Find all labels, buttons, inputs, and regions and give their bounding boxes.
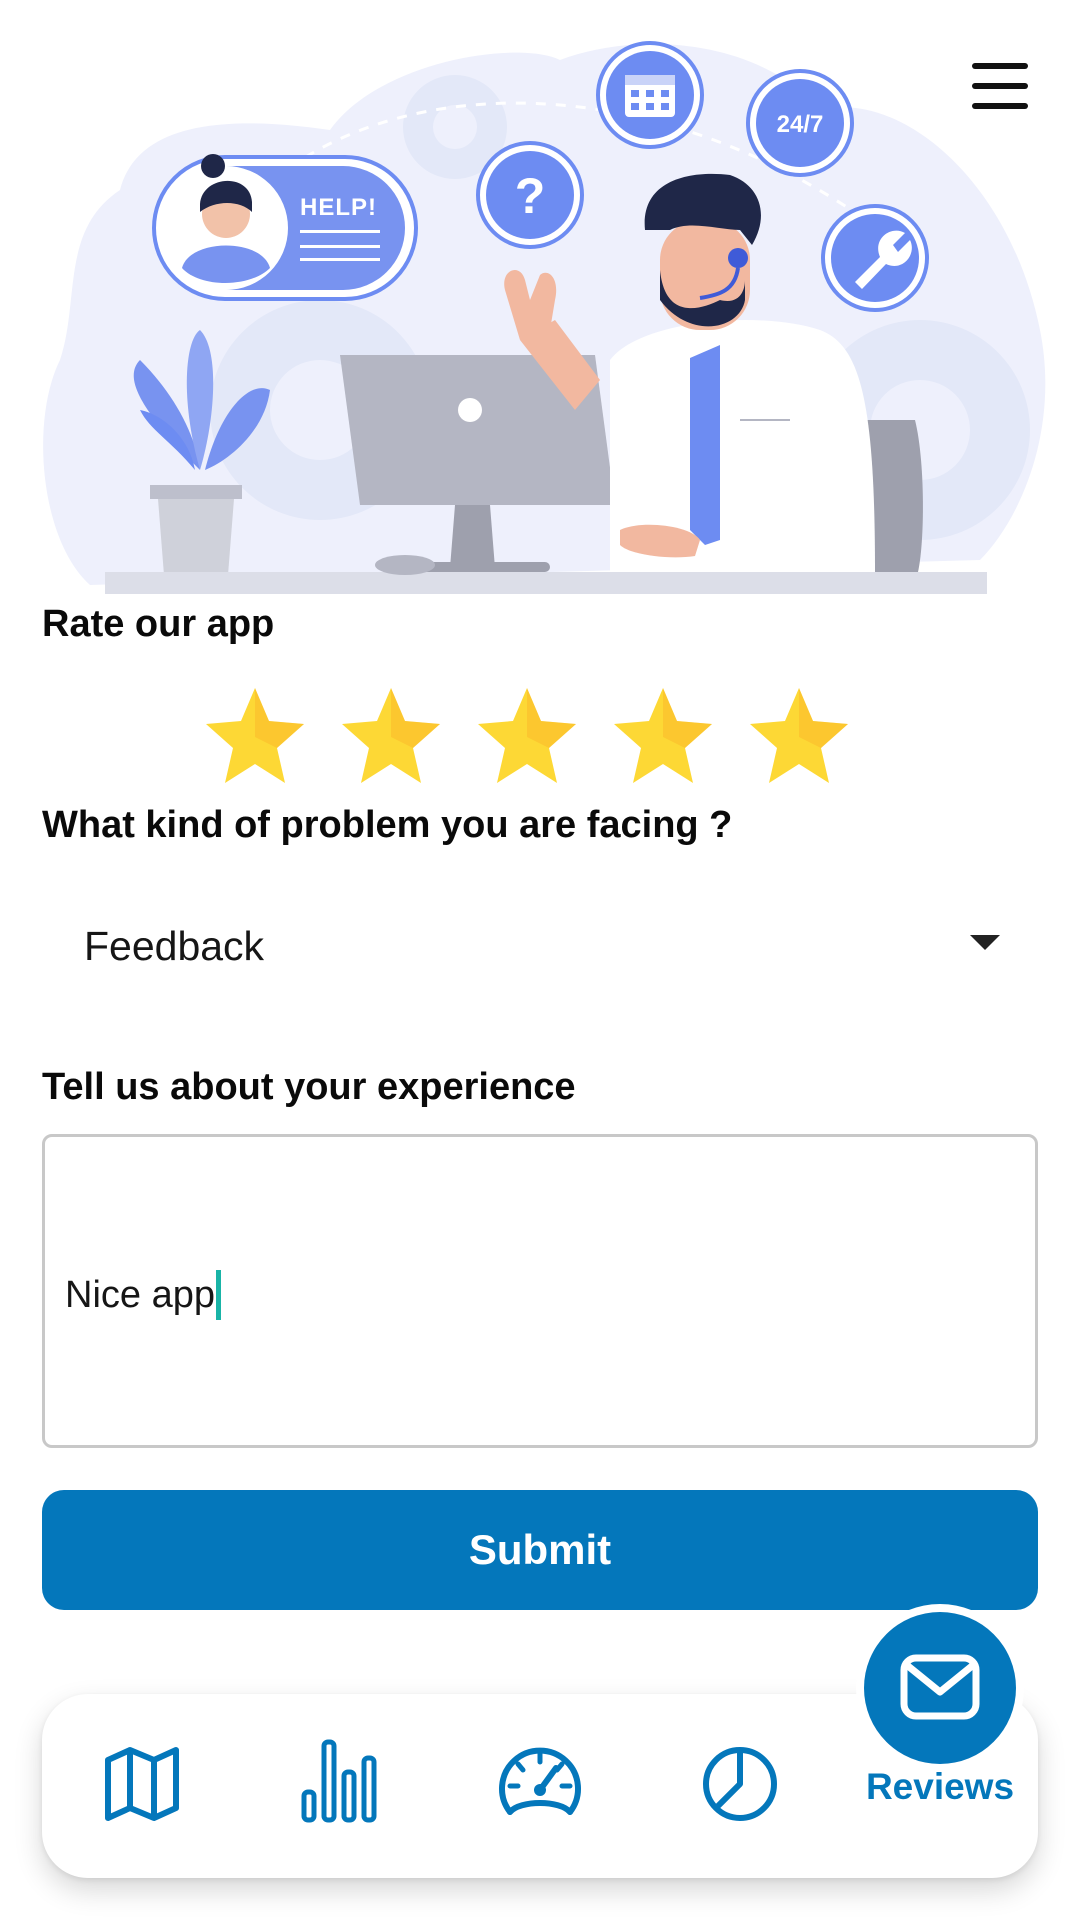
star-2-icon[interactable] bbox=[336, 682, 446, 792]
speedometer-icon[interactable] bbox=[490, 1730, 590, 1830]
problem-type-value: Feedback bbox=[84, 923, 265, 969]
problem-type-title: What kind of problem you are facing ? bbox=[42, 804, 733, 846]
problem-type-select[interactable]: Feedback bbox=[42, 905, 1038, 985]
star-5-icon[interactable] bbox=[744, 682, 854, 792]
text-cursor bbox=[215, 1270, 221, 1320]
rate-title: Rate our app bbox=[42, 603, 275, 645]
rating-stars bbox=[200, 682, 860, 792]
star-3-icon[interactable] bbox=[472, 682, 582, 792]
support-illustration: HELP! ? 24/7 bbox=[0, 0, 1080, 600]
star-1-icon[interactable] bbox=[200, 682, 310, 792]
reviews-tab-button[interactable] bbox=[864, 1612, 1016, 1764]
dropdown-caret-icon bbox=[970, 935, 1000, 950]
experience-text: Nice app bbox=[65, 1273, 215, 1316]
pie-chart-icon[interactable] bbox=[690, 1730, 790, 1830]
experience-title: Tell us about your experience bbox=[42, 1066, 576, 1108]
submit-button[interactable]: Submit bbox=[42, 1490, 1038, 1610]
map-icon[interactable] bbox=[92, 1730, 192, 1830]
experience-textarea[interactable]: Nice app bbox=[42, 1134, 1038, 1448]
svg-text:?: ? bbox=[515, 168, 546, 224]
envelope-icon bbox=[900, 1654, 980, 1720]
reviews-tab-label[interactable]: Reviews bbox=[860, 1766, 1020, 1808]
svg-text:HELP!: HELP! bbox=[300, 194, 377, 221]
svg-text:24/7: 24/7 bbox=[777, 111, 824, 138]
bar-chart-icon[interactable] bbox=[290, 1730, 390, 1830]
star-4-icon[interactable] bbox=[608, 682, 718, 792]
hamburger-menu-icon[interactable] bbox=[960, 55, 1040, 115]
